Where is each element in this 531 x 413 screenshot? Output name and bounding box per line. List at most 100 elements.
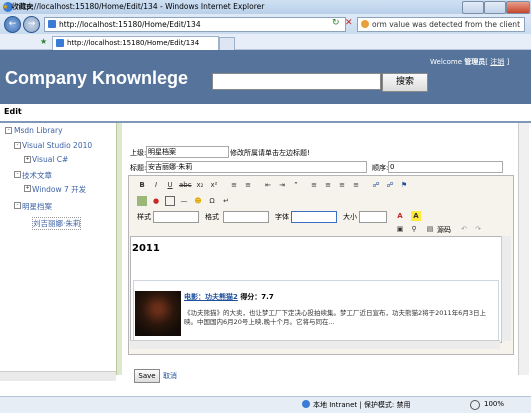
align-center-icon[interactable]: ≡ (323, 180, 333, 190)
cancel-link[interactable]: 取消 (163, 371, 177, 381)
italic-icon[interactable]: I (151, 180, 161, 190)
order-label: 顺序: (372, 164, 389, 172)
search-provider-icon (361, 20, 369, 28)
stop-icon[interactable]: ✕ (345, 19, 354, 28)
format-label: 格式 (205, 213, 219, 221)
anchor-icon[interactable]: ⚑ (399, 180, 409, 190)
browser-tab[interactable]: http://localhost:15180/Home/Edit/134 (52, 36, 219, 50)
strike-icon[interactable]: abc (179, 180, 192, 190)
article-link[interactable]: 电影：功夫熊猫2 (184, 293, 238, 301)
expand-icon[interactable]: + (24, 156, 31, 163)
save-button[interactable]: Save (134, 369, 160, 383)
find-icon[interactable]: ⚲ (409, 224, 419, 234)
align-right-icon[interactable]: ≡ (337, 180, 347, 190)
redo-icon[interactable]: ↷ (473, 224, 483, 234)
underline-icon[interactable]: U (165, 180, 175, 190)
browser-search-input[interactable]: orm value was detected from the client (357, 17, 525, 32)
security-zone: 本地 Intranet | 保护模式: 禁用 (313, 401, 411, 409)
favorites-button[interactable]: ★ 收藏夹 (2, 1, 34, 12)
zoom-icon[interactable] (470, 400, 480, 410)
article-thumbnail (135, 291, 181, 336)
tab-page-icon (56, 39, 64, 47)
text-color-icon[interactable]: A (395, 211, 405, 221)
page-icon (48, 20, 56, 28)
close-button[interactable] (506, 1, 530, 14)
style-label: 样式 (137, 213, 151, 221)
undo-icon[interactable]: ↶ (459, 224, 469, 234)
tree-node-csharp[interactable]: Visual C# (32, 155, 68, 164)
article-title: 电影：功夫熊猫2 得分：7.7 (184, 292, 274, 302)
collapse-icon[interactable]: - (14, 142, 21, 149)
unlink-icon[interactable]: ☍ (385, 180, 395, 190)
content-vertical-scrollbar[interactable] (501, 236, 511, 341)
site-search-button[interactable]: 搜索 (382, 73, 428, 92)
tree-node-stars[interactable]: 明星档案 (22, 201, 52, 212)
content-horizontal-scrollbar[interactable] (130, 340, 500, 349)
background-color-icon[interactable]: A (411, 211, 421, 221)
logout-link[interactable]: 注销 (490, 58, 504, 66)
tree-node-vs2010[interactable]: Visual Studio 2010 (22, 141, 92, 150)
bold-icon[interactable]: B (137, 180, 147, 190)
source-label[interactable]: 源码 (437, 225, 451, 235)
welcome-text: Welcome 管理员[ 注销 ] (430, 58, 510, 66)
address-text: http://localhost:15180/Home/Edit/134 (59, 20, 201, 29)
browser-search-text: orm value was detected from the client (372, 20, 521, 29)
expand-icon[interactable]: + (24, 185, 31, 192)
size-label: 大小 (343, 213, 357, 221)
tree-node-articles[interactable]: 技术文章 (22, 170, 52, 181)
back-button[interactable]: ← (4, 16, 21, 33)
superscript-icon[interactable]: x² (209, 180, 219, 190)
hr-icon[interactable]: — (179, 196, 189, 206)
page-break-icon[interactable]: ↵ (221, 196, 231, 206)
tree-horizontal-scrollbar[interactable] (0, 371, 116, 381)
new-tab-button[interactable] (219, 37, 235, 50)
address-bar[interactable]: http://localhost:15180/Home/Edit/134 (44, 17, 346, 32)
parent-hint: 修改所属请单击左边标题! (230, 149, 310, 157)
image-icon[interactable] (137, 196, 147, 206)
category-tree: - Msdn Library - Visual Studio 2010 + Vi… (0, 123, 116, 373)
preview-icon[interactable]: ▣ (395, 224, 405, 234)
collapse-icon[interactable]: - (5, 127, 12, 134)
tree-node-win7[interactable]: Window 7 开发 (32, 184, 86, 195)
title-label: 标题: (130, 164, 147, 172)
tree-node-msdn[interactable]: Msdn Library (14, 126, 63, 135)
star-icon: ★ (2, 2, 9, 11)
page-vertical-scrollbar[interactable] (518, 123, 529, 375)
link-icon[interactable]: ☍ (371, 180, 381, 190)
article-score: 得分：7.7 (240, 293, 274, 301)
content-year: 2011 (132, 243, 160, 254)
table-icon[interactable] (165, 196, 175, 206)
outdent-icon[interactable]: ⇤ (263, 180, 273, 190)
parent-field[interactable]: 明星档案 (146, 146, 229, 158)
site-search-input[interactable] (212, 73, 381, 90)
flash-icon[interactable]: ● (151, 196, 161, 206)
font-label: 字体 (275, 213, 289, 221)
minimize-button[interactable] (462, 1, 484, 14)
zoom-level[interactable]: 100% (484, 400, 504, 408)
title-field[interactable]: 安吉丽娜·朱莉 (146, 161, 367, 173)
source-icon[interactable]: ▤ (425, 224, 435, 234)
status-bar: 本地 Intranet | 保护模式: 禁用 100% (0, 396, 531, 413)
unordered-list-icon[interactable]: ≡ (243, 180, 253, 190)
indent-icon[interactable]: ⇥ (277, 180, 287, 190)
parent-label: 上级: (130, 149, 147, 157)
page-mode: Edit (4, 107, 22, 116)
refresh-icon[interactable]: ↻ (332, 19, 341, 28)
article-body: 《功夫熊猫》的大卖，也让梦工厂下定决心投拍续集。梦工厂近日宣布，功夫熊猫2将于2… (184, 309, 486, 326)
collapse-icon[interactable]: - (14, 171, 21, 178)
order-field[interactable]: 0 (388, 161, 503, 173)
quote-icon[interactable]: ” (291, 180, 301, 190)
justify-icon[interactable]: ≡ (351, 180, 361, 190)
tree-node-jolie[interactable]: 刘吉丽娜·朱莉 (32, 217, 82, 230)
maximize-button[interactable] (484, 1, 506, 14)
forward-button[interactable]: → (23, 16, 40, 33)
special-char-icon[interactable]: Ω (207, 196, 217, 206)
subscript-icon[interactable]: x₂ (195, 180, 205, 190)
add-favorite-icon[interactable]: ★ (40, 37, 47, 46)
ordered-list-icon[interactable]: ≡ (229, 180, 239, 190)
align-left-icon[interactable]: ≡ (309, 180, 319, 190)
site-brand: Company Knownlege (5, 68, 189, 88)
smiley-icon[interactable]: ☻ (193, 196, 203, 206)
collapse-icon[interactable]: - (14, 202, 21, 209)
editor-toolbar-row-1: B I U abc x₂ x² ≡ ≡ ⇤ ⇥ ” ≡ ≡ ≡ ≡ ☍ ☍ ⚑ (129, 178, 513, 193)
